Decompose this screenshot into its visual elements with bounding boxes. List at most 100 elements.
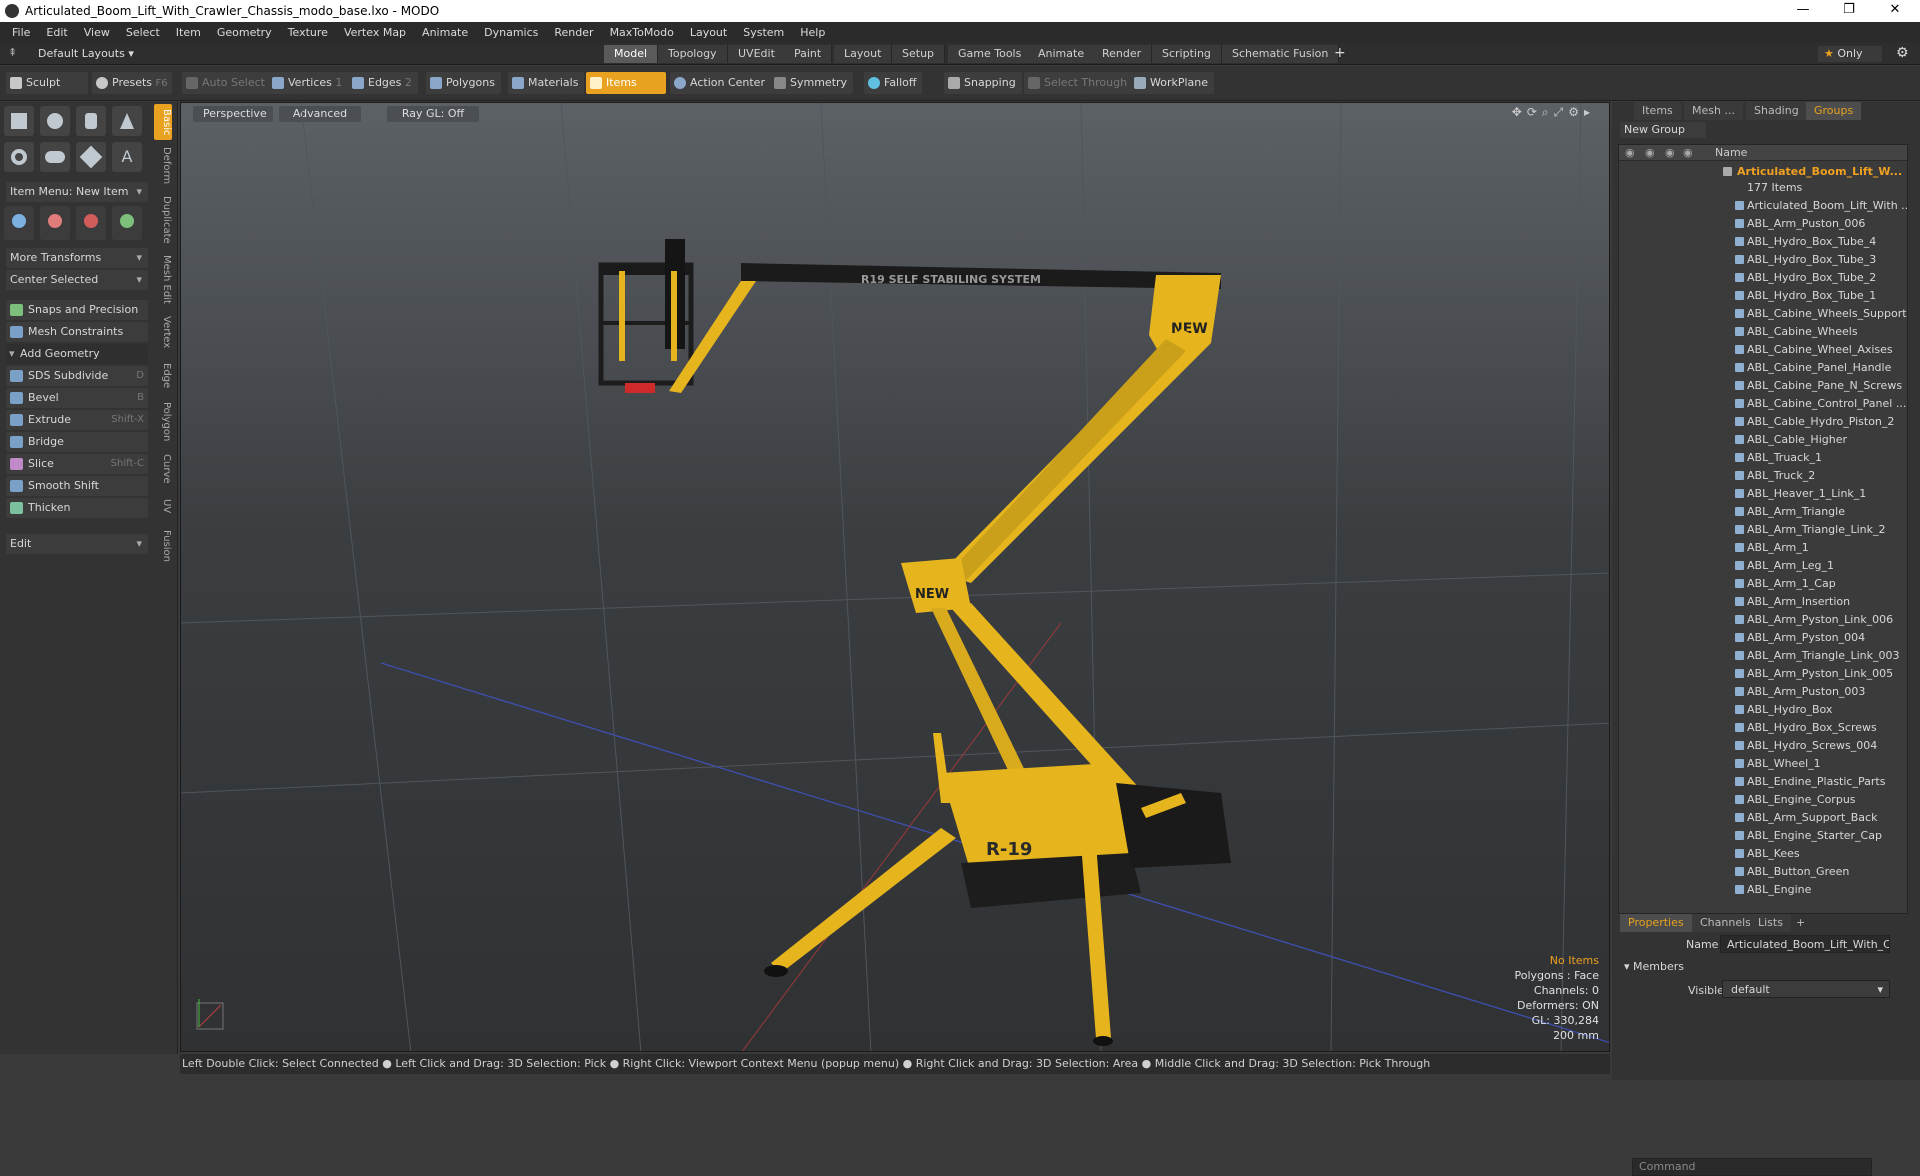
visible-dropdown[interactable]: default ▾ <box>1722 980 1890 998</box>
group-item-row[interactable]: ABL_Hydro_Box_Tube_4 <box>1619 233 1907 251</box>
group-item-row[interactable]: ABL_Arm_Support_Back <box>1619 809 1907 827</box>
menu-view[interactable]: View <box>76 26 118 39</box>
menu-geometry[interactable]: Geometry <box>209 26 280 39</box>
group-item-row[interactable]: ABL_Truck_2 <box>1619 467 1907 485</box>
menu-edit[interactable]: Edit <box>38 26 75 39</box>
add-geometry-header[interactable]: ▾ Add Geometry <box>6 344 148 364</box>
group-item-row[interactable]: ABL_Hydro_Box_Tube_1 <box>1619 287 1907 305</box>
transform-tool-icon[interactable] <box>112 206 142 240</box>
bevel-button[interactable]: Bevel B <box>6 388 148 408</box>
members-header[interactable]: ▾ Members <box>1624 960 1684 973</box>
vtab-fusion[interactable]: Fusion <box>154 526 172 566</box>
menu-animate[interactable]: Animate <box>414 26 476 39</box>
group-item-row[interactable]: ABL_Truack_1 <box>1619 449 1907 467</box>
sculpt-button[interactable]: Sculpt <box>6 72 88 94</box>
tab-items[interactable]: Items <box>1634 102 1681 120</box>
action-center-button[interactable]: Action Center <box>670 72 771 94</box>
extrude-button[interactable]: Extrude Shift-X <box>6 410 148 430</box>
vtab-uv[interactable]: UV <box>154 494 172 518</box>
group-item-row[interactable]: ABL_Kees <box>1619 845 1907 863</box>
close-button[interactable]: ✕ <box>1872 0 1918 22</box>
polygons-button[interactable]: Polygons <box>426 72 501 94</box>
maximize-button[interactable]: ❐ <box>1826 0 1872 22</box>
torus-icon[interactable] <box>4 142 34 172</box>
tab-render[interactable]: Render <box>1092 45 1153 63</box>
vtab-curve[interactable]: Curve <box>154 452 172 486</box>
tab-topology[interactable]: Topology <box>658 45 728 63</box>
falloff-button[interactable]: Falloff <box>864 72 923 94</box>
vtab-edge[interactable]: Edge <box>154 360 172 392</box>
group-item-row[interactable]: ABL_Button_Green <box>1619 863 1907 881</box>
tab-animate[interactable]: Animate <box>1028 45 1096 63</box>
group-item-row[interactable]: ABL_Arm_Leg_1 <box>1619 557 1907 575</box>
gear-icon[interactable]: ⚙ <box>1896 45 1909 61</box>
minimize-button[interactable]: — <box>1780 0 1826 22</box>
snapping-button[interactable]: Snapping <box>944 72 1022 94</box>
tab-schematic-fusion[interactable]: Schematic Fusion <box>1222 45 1340 63</box>
add-tab-button[interactable]: + <box>1334 45 1346 61</box>
smooth-shift-button[interactable]: Smooth Shift <box>6 476 148 496</box>
vtab-deform[interactable]: Deform <box>154 146 172 186</box>
vtab-basic[interactable]: Basic <box>154 104 172 140</box>
group-item-row[interactable]: ABL_Arm_Pyston_004 <box>1619 629 1907 647</box>
group-item-row[interactable]: ABL_Hydro_Screws_004 <box>1619 737 1907 755</box>
group-item-row[interactable]: ABL_Heaver_1_Link_1 <box>1619 485 1907 503</box>
vtab-duplicate[interactable]: Duplicate <box>154 194 172 246</box>
group-item-row[interactable]: ABL_Hydro_Box <box>1619 701 1907 719</box>
group-item-row[interactable]: ABL_Cabine_Wheels <box>1619 323 1907 341</box>
group-item-row[interactable]: ABL_Arm_Puston_003 <box>1619 683 1907 701</box>
menu-help[interactable]: Help <box>792 26 833 39</box>
cube-icon[interactable] <box>4 106 34 136</box>
eye-icon[interactable]: ◉ <box>1625 146 1635 159</box>
group-item-row[interactable]: ABL_Cable_Hydro_Piston_2 <box>1619 413 1907 431</box>
workplane-button[interactable]: WorkPlane <box>1130 72 1215 94</box>
presets-button[interactable]: Presets F6 <box>92 72 172 94</box>
group-item-row[interactable]: ABL_Arm_1_Cap <box>1619 575 1907 593</box>
tab-properties[interactable]: Properties <box>1620 914 1692 932</box>
group-item-row[interactable]: ABL_Engine_Corpus <box>1619 791 1907 809</box>
collapse-icon[interactable]: ⇞ <box>8 46 17 59</box>
3d-viewport[interactable]: Perspective Advanced Ray GL: Off ✥⟳⌕⤢⚙▸ … <box>180 102 1610 1052</box>
pen-tool-icon[interactable] <box>76 142 106 172</box>
cone-icon[interactable] <box>112 106 142 136</box>
tab-shading[interactable]: Shading <box>1746 102 1807 120</box>
edges-button[interactable]: Edges 2 <box>348 72 418 94</box>
group-item-row[interactable]: Articulated_Boom_Lift_With ... <box>1619 197 1907 215</box>
render-icon[interactable]: ◉ <box>1665 146 1675 159</box>
capsule-icon[interactable] <box>40 142 70 172</box>
group-item-row[interactable]: ABL_Arm_Pyston_Link_006 <box>1619 611 1907 629</box>
tab-game-tools[interactable]: Game Tools <box>948 45 1033 63</box>
menu-vertex-map[interactable]: Vertex Map <box>336 26 414 39</box>
group-item-row[interactable]: ABL_Arm_Triangle <box>1619 503 1907 521</box>
group-item-row[interactable]: ABL_Cable_Higher <box>1619 431 1907 449</box>
lock-icon[interactable]: ◉ <box>1645 146 1655 159</box>
group-item-row[interactable]: ABL_Arm_Triangle_Link_2 <box>1619 521 1907 539</box>
group-item-row[interactable]: ABL_Arm_Triangle_Link_003 <box>1619 647 1907 665</box>
group-item-row[interactable]: ABL_Hydro_Box_Tube_2 <box>1619 269 1907 287</box>
group-item-row[interactable]: ABL_Cabine_Wheel_Axises <box>1619 341 1907 359</box>
vtab-vertex[interactable]: Vertex <box>154 312 172 352</box>
move-tool-icon[interactable] <box>4 206 34 240</box>
tab-channels[interactable]: Channels <box>1692 914 1759 932</box>
vertices-button[interactable]: Vertices 1 <box>268 72 349 94</box>
group-item-row[interactable]: ABL_Endine_Plastic_Parts <box>1619 773 1907 791</box>
only-toggle[interactable]: ★ Only <box>1818 46 1882 62</box>
group-item-row[interactable]: ABL_Engine_Starter_Cap <box>1619 827 1907 845</box>
command-input[interactable]: Command <box>1632 1158 1872 1176</box>
name-field[interactable]: Articulated_Boom_Lift_With_Crav <box>1720 935 1890 953</box>
rotate-tool-icon[interactable] <box>40 206 70 240</box>
menu-item[interactable]: Item <box>168 26 209 39</box>
menu-select[interactable]: Select <box>118 26 168 39</box>
group-item-row[interactable]: ABL_Arm_Puston_006 <box>1619 215 1907 233</box>
tab-scripting[interactable]: Scripting <box>1152 45 1222 63</box>
materials-button[interactable]: Materials <box>508 72 585 94</box>
menu-render[interactable]: Render <box>546 26 601 39</box>
group-item-row[interactable]: ABL_Cabine_Wheels_Support <box>1619 305 1907 323</box>
layout-selector[interactable]: Default Layouts ▾ <box>38 47 134 60</box>
vtab-mesh-edit[interactable]: Mesh Edit <box>154 254 172 304</box>
menu-system[interactable]: System <box>735 26 792 39</box>
select-icon[interactable]: ◉ <box>1683 146 1693 159</box>
group-item-row[interactable]: ABL_Cabine_Pane_N_Screws <box>1619 377 1907 395</box>
cylinder-icon[interactable] <box>76 106 106 136</box>
symmetry-button[interactable]: Symmetry <box>770 72 854 94</box>
